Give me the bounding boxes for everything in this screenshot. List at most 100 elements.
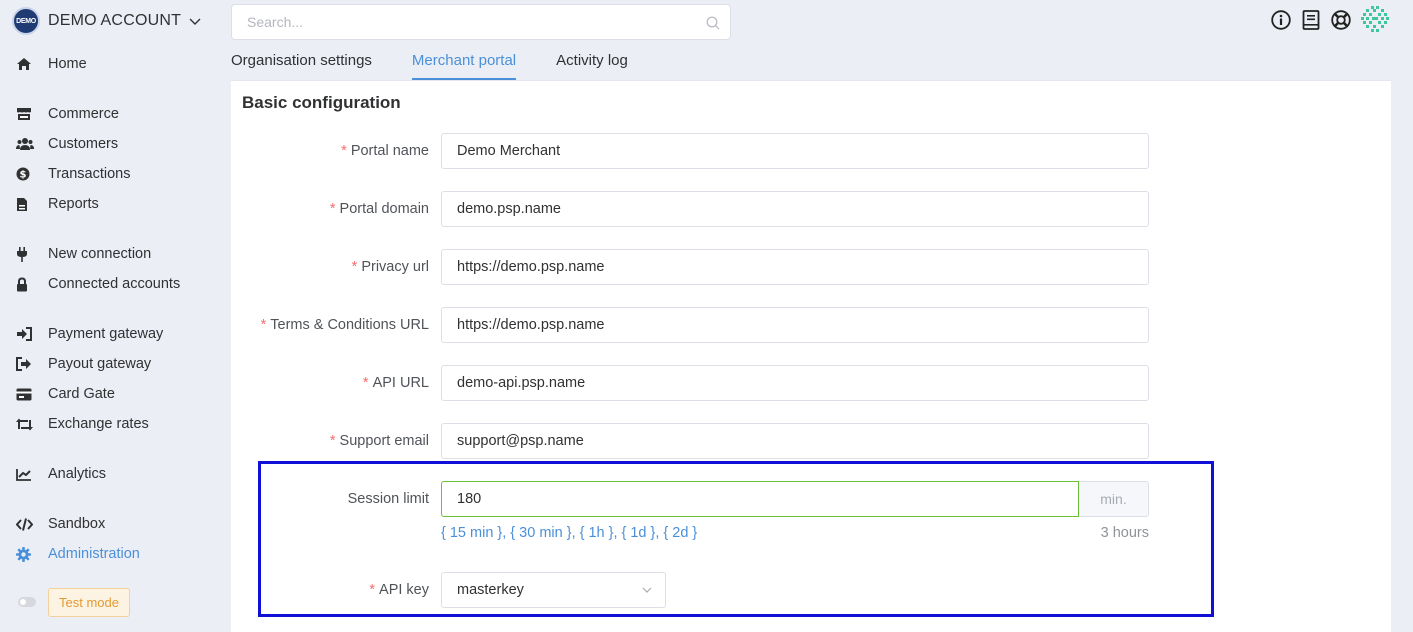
test-mode-toggle[interactable]: [18, 597, 36, 607]
account-logo: DEMO: [12, 7, 40, 35]
sidebar-item-label: Card Gate: [48, 386, 115, 402]
retweet-icon: [16, 416, 36, 432]
sign-in-icon: [16, 326, 36, 342]
chart-line-icon: [16, 466, 36, 482]
required-mark: *: [329, 433, 336, 449]
tab-organisation-settings[interactable]: Organisation settings: [231, 50, 372, 80]
terms-url-input[interactable]: [442, 308, 1148, 342]
api-key-value: masterkey: [457, 582, 524, 598]
sidebar-item-label: Payout gateway: [48, 356, 152, 372]
terms-url-label: * Terms & Conditions URL: [260, 317, 429, 333]
search-input[interactable]: [247, 5, 687, 39]
sidebar-item-transactions[interactable]: $ Transactions: [16, 163, 130, 185]
sidebar-item-customers[interactable]: Customers: [16, 133, 118, 155]
privacy-url-input[interactable]: [442, 250, 1148, 284]
portal-domain-input[interactable]: [442, 192, 1148, 226]
preset-30-min[interactable]: { 30 min }: [510, 525, 571, 541]
portal-domain-label: * Portal domain: [329, 201, 429, 217]
code-icon: [16, 516, 36, 532]
required-mark: *: [329, 201, 336, 217]
sidebar-item-analytics[interactable]: Analytics: [16, 463, 106, 485]
sidebar-item-label: Payment gateway: [48, 326, 164, 342]
session-limit-input[interactable]: [442, 482, 1078, 516]
sidebar-item-label: Commerce: [48, 106, 119, 122]
header-actions: [1270, 5, 1390, 35]
lock-icon: [16, 276, 36, 292]
home-icon: [16, 56, 36, 72]
sidebar-item-label: Customers: [48, 136, 119, 152]
sidebar-item-commerce[interactable]: Commerce: [16, 103, 119, 125]
sidebar-item-card-gate[interactable]: Card Gate: [16, 383, 115, 405]
portal-name-row: * Portal name: [231, 133, 1391, 169]
sidebar-item-payout-gateway[interactable]: Payout gateway: [16, 353, 151, 375]
portal-name-input[interactable]: [442, 134, 1148, 168]
dollar-circle-icon: $: [16, 166, 36, 182]
info-icon[interactable]: [1270, 9, 1292, 31]
sidebar-item-label: Analytics: [48, 466, 107, 482]
chevron-down-icon: [642, 587, 652, 593]
book-icon[interactable]: [1300, 9, 1322, 31]
tab-merchant-portal[interactable]: Merchant portal: [411, 50, 517, 80]
required-mark: *: [351, 259, 358, 275]
api-url-row: * API URL: [231, 365, 1391, 401]
svg-text:$: $: [20, 170, 27, 181]
account-name: DEMO ACCOUNT: [48, 12, 182, 29]
sidebar-item-new-connection[interactable]: New connection: [16, 243, 151, 265]
support-lifebuoy-icon[interactable]: [1330, 9, 1352, 31]
settings-tabs: Organisation settings Merchant portal Ac…: [231, 50, 668, 80]
gear-icon: [16, 546, 36, 562]
sidebar-item-reports[interactable]: Reports: [16, 193, 99, 215]
sidebar-item-connected-accounts[interactable]: Connected accounts: [16, 273, 180, 295]
api-key-label: * API key: [369, 582, 429, 598]
sidebar-item-exchange-rates[interactable]: Exchange rates: [16, 413, 149, 435]
sidebar-item-administration[interactable]: Administration: [16, 543, 140, 565]
privacy-url-row: * Privacy url: [231, 249, 1391, 285]
search-bar[interactable]: [231, 4, 731, 40]
user-avatar[interactable]: [1360, 5, 1390, 35]
chevron-down-icon: [189, 18, 201, 25]
preset-1d[interactable]: { 1d }: [622, 525, 656, 541]
users-icon: [16, 136, 36, 152]
session-limit-row: Session limit min.: [231, 481, 1391, 517]
sidebar-item-label: Connected accounts: [48, 276, 181, 292]
sidebar-item-payment-gateway[interactable]: Payment gateway: [16, 323, 163, 345]
required-mark: *: [369, 582, 376, 598]
tab-activity-log[interactable]: Activity log: [556, 50, 628, 80]
sidebar-item-label: Administration: [48, 546, 140, 562]
api-key-row: * API key masterkey: [231, 572, 1391, 608]
support-email-row: * Support email: [231, 423, 1391, 459]
basic-configuration-card: Basic configuration *Portal name *Portal…: [231, 80, 1391, 632]
sign-out-icon: [16, 356, 36, 372]
terms-url-row: * Terms & Conditions URL: [231, 307, 1391, 343]
sidebar-item-label: Transactions: [48, 166, 131, 182]
portal-name-label: * Portal name: [341, 143, 429, 159]
sidebar: DEMO DEMO ACCOUNT Home Commerce Customer…: [0, 0, 220, 632]
portal-domain-row: * Portal domain: [231, 191, 1391, 227]
preset-2d[interactable]: { 2d }: [663, 525, 697, 541]
support-email-input[interactable]: [442, 424, 1148, 458]
session-limit-label: Session limit: [347, 491, 429, 507]
privacy-url-label: * Privacy url: [351, 259, 429, 275]
credit-card-icon: [16, 386, 36, 402]
account-switcher[interactable]: DEMO DEMO ACCOUNT: [12, 7, 201, 35]
search-icon: [706, 16, 720, 30]
api-url-label: * API URL: [362, 375, 429, 391]
sidebar-item-label: Home: [48, 56, 87, 72]
sidebar-item-label: Reports: [48, 196, 99, 212]
preset-1h[interactable]: { 1h }: [580, 525, 614, 541]
test-mode-badge[interactable]: Test mode: [48, 588, 130, 617]
section-title: Basic configuration: [242, 93, 401, 112]
api-key-select[interactable]: masterkey: [441, 572, 666, 608]
session-limit-hint: 3 hours: [1100, 525, 1149, 541]
required-mark: *: [362, 375, 369, 391]
session-limit-unit: min.: [1079, 481, 1149, 517]
plug-icon: [16, 246, 36, 262]
sidebar-item-sandbox[interactable]: Sandbox: [16, 513, 105, 535]
sidebar-item-home[interactable]: Home: [16, 53, 87, 75]
preset-15-min[interactable]: { 15 min }: [441, 525, 502, 541]
sidebar-item-label: New connection: [48, 246, 152, 262]
support-email-label: * Support email: [329, 433, 429, 449]
session-presets: { 15 min }, { 30 min }, { 1h }, { 1d }, …: [441, 525, 698, 541]
api-url-input[interactable]: [442, 366, 1148, 400]
store-icon: [16, 106, 36, 122]
